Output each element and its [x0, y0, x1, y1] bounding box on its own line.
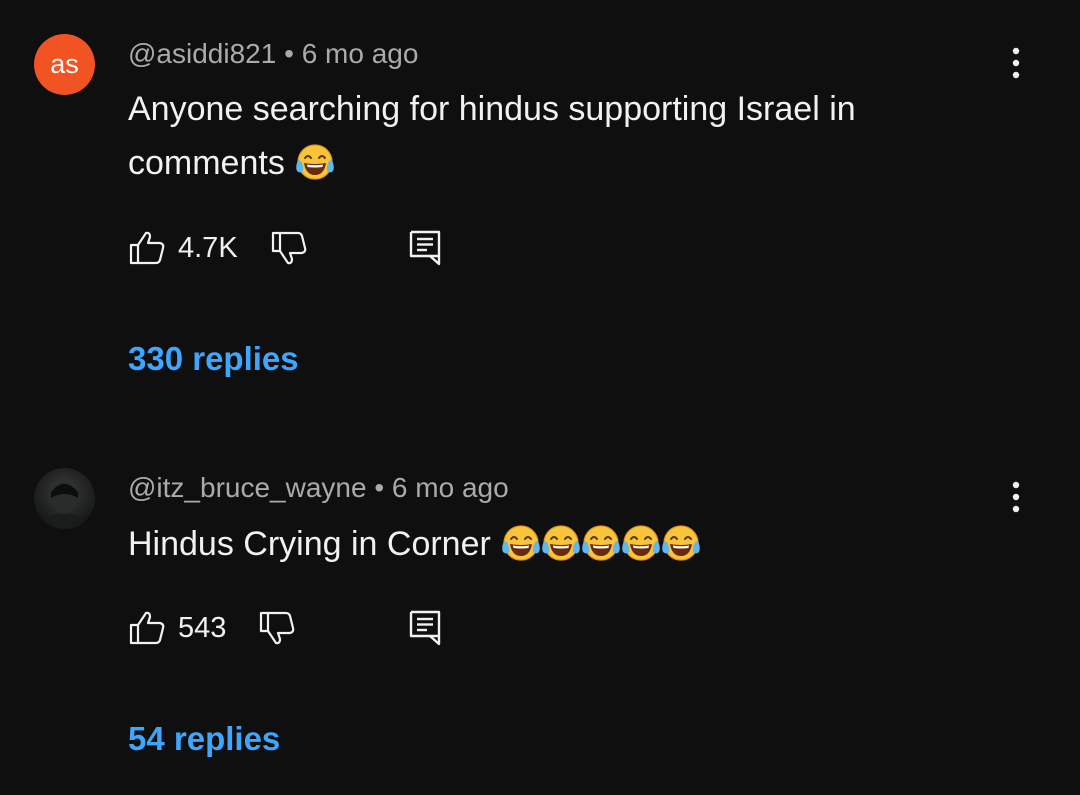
timestamp: 6 mo ago	[301, 38, 419, 69]
reply-button[interactable]	[406, 228, 444, 266]
separator-dot: •	[284, 38, 294, 69]
thumbs-up-icon	[128, 229, 166, 267]
comment-text: Anyone searching for hindus supporting I…	[128, 82, 948, 190]
comment-header: @asiddi821 • 6 mo ago	[128, 38, 418, 70]
comment-actions: 543	[128, 608, 296, 648]
timestamp: 6 mo ago	[391, 472, 509, 503]
comment-text: Hindus Crying in Corner	[128, 517, 948, 571]
avatar-photo	[42, 482, 87, 529]
reply-button[interactable]	[406, 608, 444, 646]
reply-icon	[406, 228, 444, 266]
like-count: 543	[178, 611, 227, 644]
more-vertical-icon	[1012, 481, 1020, 513]
comment-actions: 4.7K	[128, 228, 308, 268]
dislike-button[interactable]	[270, 229, 308, 267]
replies-link[interactable]: 54 replies	[128, 720, 280, 758]
thumbs-down-icon	[258, 609, 296, 647]
tears-of-joy-emoji-icon	[620, 522, 662, 564]
comment: as @asiddi821 • 6 mo ago Anyone searchin…	[0, 0, 1080, 420]
author-name[interactable]: @itz_bruce_wayne	[128, 472, 367, 503]
comment-menu-button[interactable]	[998, 41, 1034, 85]
reply-icon	[406, 608, 444, 646]
tears-of-joy-emoji-icon	[580, 522, 622, 564]
comment-body: Hindus Crying in Corner	[128, 525, 491, 563]
thumbs-up-icon	[128, 609, 166, 647]
author-name[interactable]: @asiddi821	[128, 38, 276, 69]
dislike-button[interactable]	[258, 609, 296, 647]
like-button[interactable]	[128, 229, 166, 267]
thumbs-down-icon	[270, 229, 308, 267]
replies-link[interactable]: 330 replies	[128, 340, 299, 378]
avatar[interactable]	[34, 468, 95, 529]
tears-of-joy-emoji-icon	[500, 522, 542, 564]
separator-dot: •	[374, 472, 385, 503]
avatar[interactable]: as	[34, 34, 95, 95]
tears-of-joy-emoji-icon	[294, 141, 336, 183]
more-vertical-icon	[1012, 47, 1020, 79]
like-count: 4.7K	[178, 231, 238, 264]
tears-of-joy-emoji-icon	[540, 522, 582, 564]
comment-header: @itz_bruce_wayne • 6 mo ago	[128, 472, 509, 504]
like-button[interactable]	[128, 609, 166, 647]
tears-of-joy-emoji-icon	[660, 522, 702, 564]
avatar-initials: as	[50, 49, 79, 79]
comment-menu-button[interactable]	[998, 475, 1034, 519]
comment-body: Anyone searching for hindus supporting I…	[128, 90, 856, 182]
comment: @itz_bruce_wayne • 6 mo ago Hindus Cryin…	[0, 430, 1080, 795]
